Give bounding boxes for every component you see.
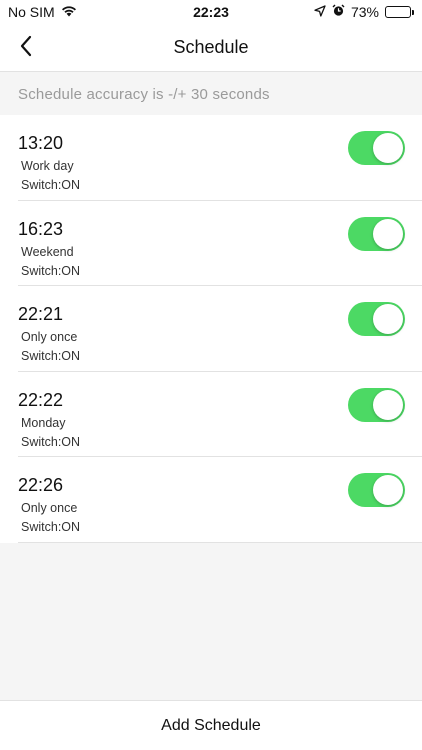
schedule-action: Switch:ON	[21, 178, 81, 192]
schedule-time: 16:23	[18, 218, 64, 239]
toggle-knob	[373, 475, 403, 505]
schedule-action: Switch:ON	[21, 263, 81, 278]
schedule-action: Switch:ON	[21, 434, 81, 449]
schedule-toggle[interactable]	[348, 302, 405, 336]
schedule-repeat: Monday	[21, 415, 66, 430]
toggle-knob	[373, 389, 403, 420]
schedule-row[interactable]: 16:23 Weekend Switch:ON	[18, 201, 422, 286]
battery-percent: 73%	[350, 4, 379, 20]
page-title: Schedule	[173, 37, 249, 57]
carrier-label: No SIM	[8, 4, 55, 20]
schedule-repeat: Only once	[21, 501, 78, 515]
schedule-row[interactable]: 22:21 Only once Switch:ON	[18, 286, 422, 372]
back-button[interactable]	[10, 32, 42, 64]
status-bar: No SIM 22:23 73%	[0, 0, 422, 24]
schedule-time: 22:22	[18, 389, 64, 410]
schedule-toggle[interactable]	[348, 387, 405, 422]
battery-icon	[385, 6, 414, 18]
toggle-knob	[373, 133, 403, 163]
schedule-repeat: Work day	[21, 159, 74, 173]
add-schedule-label: Add Schedule	[161, 716, 261, 734]
schedule-time: 13:20	[18, 133, 64, 153]
status-right: 73%	[314, 4, 414, 20]
alarm-icon	[332, 4, 345, 20]
schedule-action: Switch:ON	[21, 520, 81, 534]
schedule-repeat: Only once	[21, 330, 78, 344]
status-left: No SIM	[8, 4, 77, 20]
toggle-knob	[373, 218, 403, 249]
add-schedule-button[interactable]: Add Schedule	[0, 700, 422, 750]
accuracy-note: Schedule accuracy is -/+ 30 seconds	[18, 86, 270, 103]
schedule-list: 13:20 Work day Switch:ON 16:23 Weekend S…	[0, 115, 422, 543]
schedule-action: Switch:ON	[21, 349, 81, 363]
chevron-left-icon	[19, 35, 33, 62]
schedule-row[interactable]: 22:26 Only once Switch:ON	[18, 457, 422, 543]
schedule-row[interactable]: 13:20 Work day Switch:ON	[18, 115, 422, 201]
schedule-toggle[interactable]	[348, 216, 405, 251]
schedule-row[interactable]: 22:22 Monday Switch:ON	[18, 372, 422, 457]
schedule-time: 22:21	[18, 304, 64, 324]
toggle-knob	[373, 304, 403, 334]
schedule-repeat: Weekend	[21, 244, 74, 259]
schedule-toggle[interactable]	[348, 131, 405, 165]
schedule-toggle[interactable]	[348, 473, 405, 507]
location-arrow-icon	[314, 4, 326, 20]
schedule-time: 22:26	[18, 475, 64, 495]
nav-bar: Schedule	[0, 24, 422, 72]
wifi-icon	[61, 4, 77, 20]
